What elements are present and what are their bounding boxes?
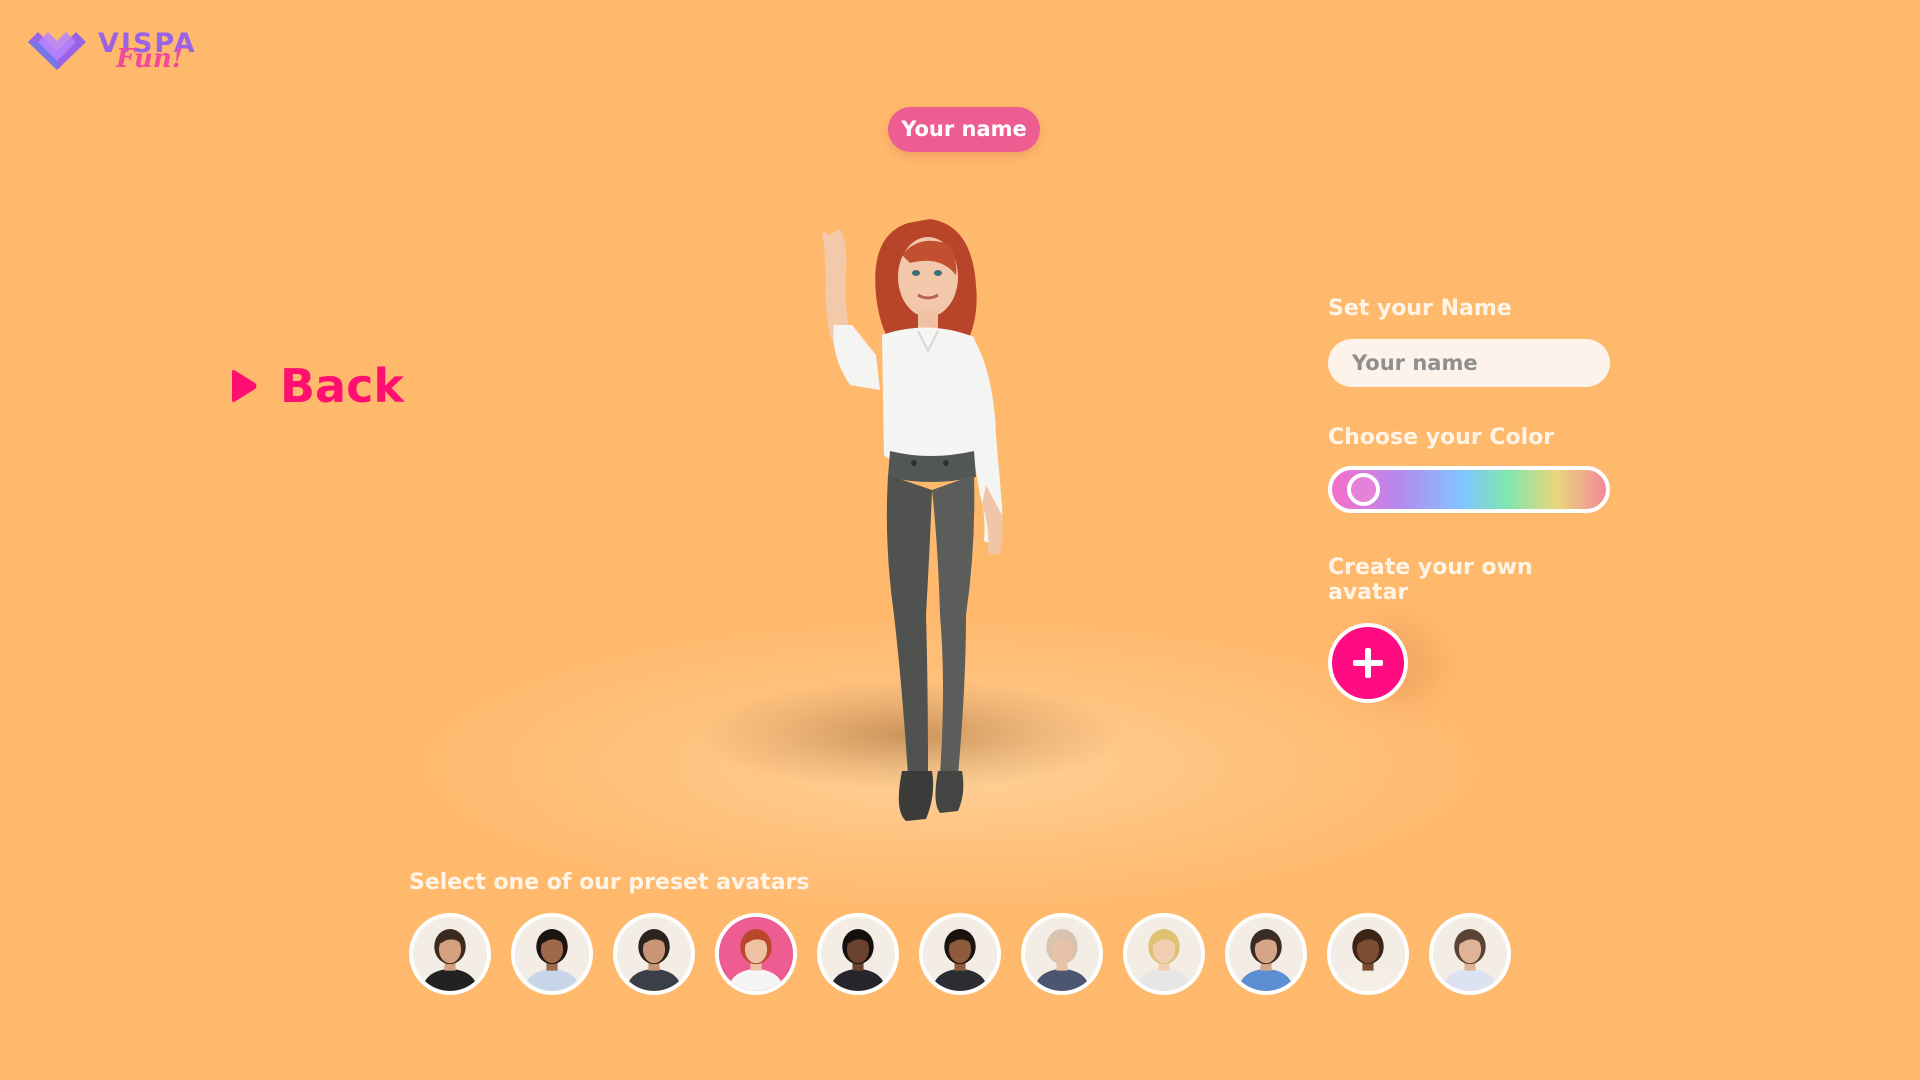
preset-avatar-6[interactable] xyxy=(919,913,1001,995)
avatar-3d-figure xyxy=(822,219,1003,821)
vispa-logo-icon xyxy=(28,32,86,70)
vispa-logo: VISPA Fun! xyxy=(26,26,196,76)
avatar-settings-panel: Set your Name Choose your Color Create y… xyxy=(1328,296,1613,703)
preset-avatar-10[interactable] xyxy=(1327,913,1409,995)
preset-avatar-5[interactable] xyxy=(817,913,899,995)
avatar-portrait-icon xyxy=(515,917,589,991)
avatar-portrait-icon xyxy=(413,917,487,991)
color-section-label: Choose your Color xyxy=(1328,425,1555,450)
preset-avatar-9[interactable] xyxy=(1225,913,1307,995)
plus-icon xyxy=(1353,648,1383,678)
preset-avatars-label: Select one of our preset avatars xyxy=(409,870,810,895)
preset-avatar-2[interactable] xyxy=(511,913,593,995)
create-avatar-button[interactable] xyxy=(1328,623,1408,703)
avatar-portrait-icon xyxy=(1025,917,1099,991)
avatar-portrait-icon xyxy=(1127,917,1201,991)
play-arrow-icon xyxy=(232,370,257,402)
brand-tagline: Fun! xyxy=(116,44,184,74)
preset-avatar-7[interactable] xyxy=(1021,913,1103,995)
avatar-portrait-icon xyxy=(1331,917,1405,991)
preset-avatar-4[interactable] xyxy=(715,913,797,995)
preset-avatar-3[interactable] xyxy=(613,913,695,995)
preset-avatars-list xyxy=(409,913,1511,995)
color-slider-thumb[interactable] xyxy=(1346,473,1380,506)
avatar-portrait-icon xyxy=(821,917,895,991)
avatar-portrait-icon xyxy=(923,917,997,991)
avatar-portrait-icon xyxy=(719,917,793,991)
avatar-portrait-icon xyxy=(1229,917,1303,991)
preset-avatar-1[interactable] xyxy=(409,913,491,995)
avatar-portrait-icon xyxy=(1433,917,1507,991)
avatar-portrait-icon xyxy=(617,917,691,991)
color-slider[interactable] xyxy=(1328,466,1610,513)
preset-avatar-11[interactable] xyxy=(1429,913,1511,995)
name-section-label: Set your Name xyxy=(1328,296,1512,321)
preset-avatar-8[interactable] xyxy=(1123,913,1205,995)
avatar-name-tag: Your name xyxy=(888,107,1040,152)
name-input[interactable] xyxy=(1328,339,1610,387)
back-button[interactable]: Back xyxy=(228,356,404,416)
back-label: Back xyxy=(280,359,404,413)
create-avatar-label: Create your own avatar xyxy=(1328,555,1533,605)
